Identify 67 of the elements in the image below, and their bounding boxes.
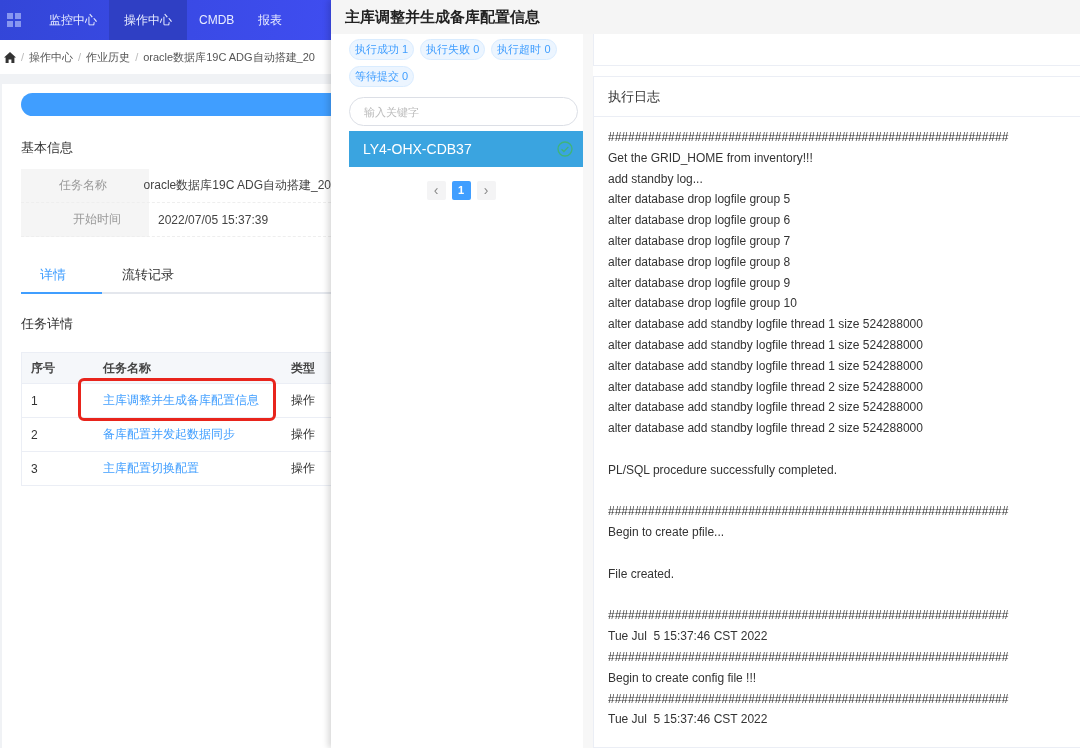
log-line: alter database drop logfile group 7 xyxy=(608,233,792,250)
breadcrumb-link[interactable]: 操作中心 xyxy=(29,49,74,65)
log-line: alter database add standby logfile thread 1 size 524288000 xyxy=(608,336,924,354)
field-label: 任务名称 xyxy=(57,177,107,194)
nav-item[interactable]: 报表 xyxy=(246,0,295,40)
log-line: alter database drop logfile group 9 xyxy=(608,274,792,292)
log-line: alter database add standby logfile thread 2 size 524288000 xyxy=(608,378,924,396)
column-header: 序号 xyxy=(30,359,56,377)
search-field[interactable]: 输入关键字 xyxy=(349,97,578,126)
status-tag[interactable]: 执行超时 0 xyxy=(491,39,557,60)
breadcrumb-separator: / xyxy=(78,51,82,63)
log-line: alter database drop logfile group 5 xyxy=(608,191,792,209)
field-value: 2022/07/05 15:37:39 xyxy=(157,212,269,227)
task-link[interactable]: 主库配置切换配置 xyxy=(103,461,200,475)
table-cell-text: 3 xyxy=(30,461,39,476)
task-link[interactable]: 主库调整并生成备库配置信息 xyxy=(81,381,274,418)
log-line: alter database drop logfile group 10 xyxy=(608,295,798,313)
field-label: 开始时间 xyxy=(72,211,121,228)
table-cell-text: 操作 xyxy=(291,392,317,409)
table-cell-text: 操作 xyxy=(291,460,317,477)
next-page-button[interactable]: › xyxy=(476,181,496,200)
home-icon[interactable] xyxy=(4,51,16,63)
drawer-title: 主库调整并生成备库配置信息 xyxy=(345,7,540,27)
table-cell-text: 1 xyxy=(30,393,39,408)
section-title: 基本信息 xyxy=(21,139,74,157)
field-value: oracle数据库19C ADG自动搭建_20 xyxy=(142,177,331,194)
log-line: ############################################################ xyxy=(608,129,1010,146)
log-line: ############################################################ xyxy=(608,690,1010,708)
table-cell-text: 2 xyxy=(30,427,39,442)
breadcrumb-separator: / xyxy=(135,51,139,63)
log-line: alter database add standby logfile thread 2 size 524288000 xyxy=(608,420,924,438)
nav-item[interactable]: CMDB xyxy=(187,0,247,40)
host-item[interactable]: LY4-OHX-CDB37 xyxy=(349,131,583,167)
task-link[interactable]: 备库配置并发起数据同步 xyxy=(103,427,236,441)
column-header: 类型 xyxy=(291,359,317,377)
log-line: Tue Jul 5 15:37:46 CST 2022 xyxy=(608,711,769,729)
section-title: 任务详情 xyxy=(21,315,74,333)
breadcrumb-separator: / xyxy=(21,51,25,63)
log-line: Begin to create pfile... xyxy=(608,524,726,542)
nav-item[interactable]: 操作中心 xyxy=(109,0,187,40)
status-tag[interactable]: 执行失败 0 xyxy=(420,39,486,60)
tab[interactable]: 详情 xyxy=(21,258,102,294)
tab[interactable]: 流转记录 xyxy=(102,258,194,292)
previous-page-button[interactable]: ‹ xyxy=(426,181,446,200)
status-tag[interactable]: 执行成功 1 xyxy=(349,39,415,60)
nav-item[interactable]: 监控中心 xyxy=(37,0,109,40)
apps-grid-icon[interactable] xyxy=(7,13,21,27)
status-tag[interactable]: 等待提交 0 xyxy=(349,66,415,87)
panel-title: 执行日志 xyxy=(594,77,1080,117)
log-line: alter database drop logfile group 6 xyxy=(608,212,792,230)
table-cell-text: 操作 xyxy=(291,426,317,443)
column-header: 任务名称 xyxy=(103,359,153,377)
log-line: File created. xyxy=(608,565,676,583)
log-line: PL/SQL procedure successfully completed. xyxy=(608,461,838,479)
log-line: ############################################################ xyxy=(608,648,1010,666)
log-line: alter database add standby logfile thread 1 size 524288000 xyxy=(608,316,924,334)
log-line: alter database drop logfile group 8 xyxy=(608,253,792,271)
log-line: ############################################################ xyxy=(608,607,1010,625)
log-line: alter database add standby logfile thread 2 size 524288000 xyxy=(608,399,924,417)
log-line: Begin to create config file !!! xyxy=(608,669,758,687)
log-line: Get the GRID_HOME from inventory!!! xyxy=(608,149,814,167)
log-line: ############################################################ xyxy=(608,503,1010,521)
page-button[interactable]: 1 xyxy=(451,181,471,200)
log-line: alter database add standby logfile thread 1 size 524288000 xyxy=(608,357,924,375)
log-line: add standby log... xyxy=(608,170,704,188)
breadcrumb-link[interactable]: 作业历史 xyxy=(86,49,131,65)
log-line: Tue Jul 5 15:37:46 CST 2022 xyxy=(608,628,769,646)
